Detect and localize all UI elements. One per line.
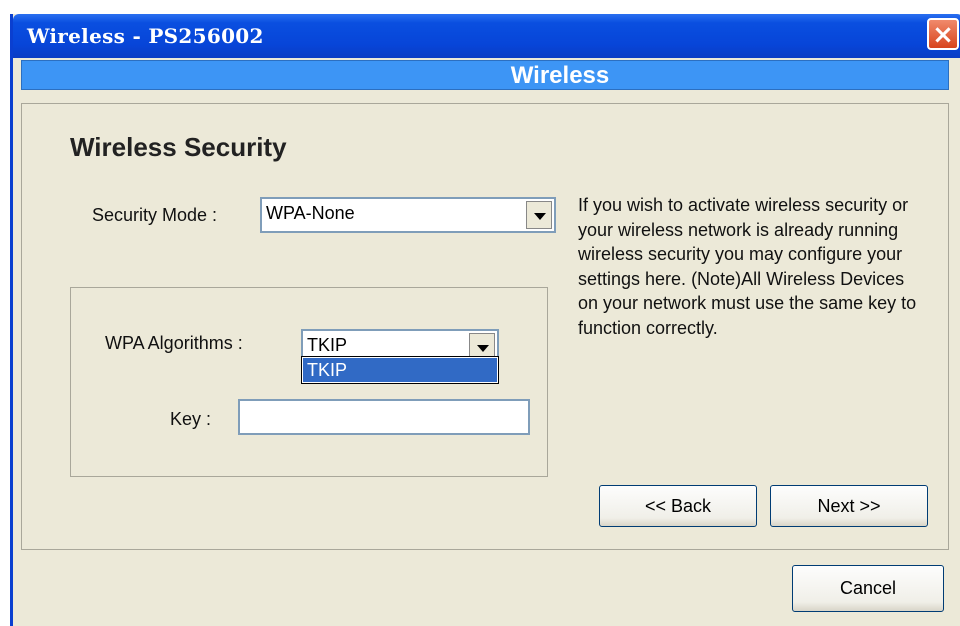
key-input[interactable]	[238, 399, 530, 435]
close-button[interactable]: ×	[927, 18, 959, 50]
banner-title: Wireless	[510, 62, 610, 89]
chevron-down-icon[interactable]	[526, 201, 552, 229]
key-label: Key :	[170, 409, 212, 429]
wpa-algorithms-dropdown: TKIP	[301, 356, 499, 384]
security-mode-value: WPA-None	[266, 203, 355, 223]
page-banner: Wireless	[21, 60, 949, 90]
dropdown-option-tkip[interactable]: TKIP	[303, 358, 497, 382]
next-button[interactable]: Next >>	[770, 485, 928, 527]
help-text: If you wish to activate wireless securit…	[578, 195, 917, 338]
security-mode-label: Security Mode :	[92, 205, 218, 225]
wpa-algorithms-label: WPA Algorithms :	[105, 333, 243, 353]
close-icon: ×	[932, 20, 954, 50]
cancel-button[interactable]: Cancel	[792, 565, 944, 612]
title-bar[interactable]: Wireless - PS256002 ×	[13, 14, 960, 58]
wpa-algorithms-value: TKIP	[307, 335, 348, 355]
security-mode-select[interactable]: WPA-None	[260, 197, 556, 233]
section-heading: Wireless Security	[70, 132, 287, 162]
back-button[interactable]: << Back	[599, 485, 757, 527]
window-title: Wireless - PS256002	[27, 24, 264, 48]
